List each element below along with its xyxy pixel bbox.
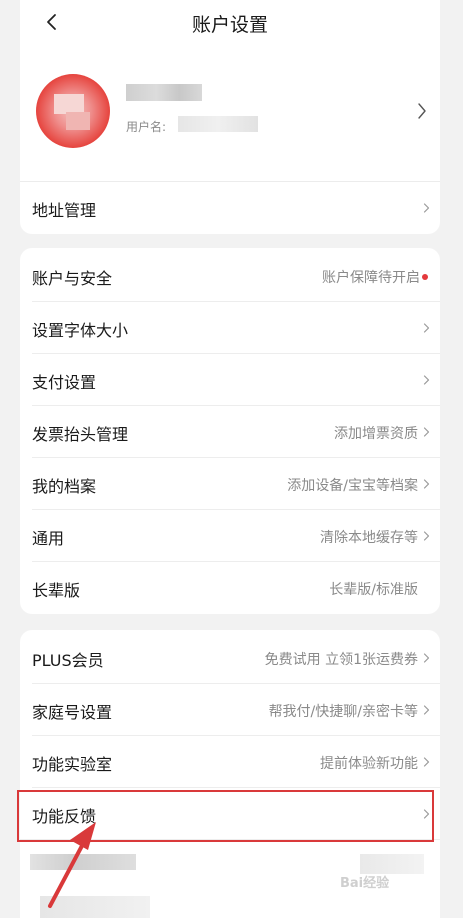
blurred-label: [30, 854, 136, 870]
row-label: PLUS会员: [32, 651, 104, 670]
row-label: 设置字体大小: [32, 321, 129, 340]
row-label: 长辈版: [32, 581, 81, 600]
blurred-value: [360, 854, 424, 874]
row-payment-settings[interactable]: 支付设置: [20, 354, 440, 406]
chevron-right-icon: [423, 757, 430, 767]
account-settings-page: 账户设置 用户名: 地址管理 账户与安全 账户保障待开启 设置字体大小 支付设置…: [0, 0, 463, 918]
chevron-right-icon: [423, 203, 430, 213]
row-value: 添加设备/宝宝等档案: [287, 478, 418, 494]
row-account-security[interactable]: 账户与安全 账户保障待开启: [20, 250, 440, 302]
row-value: 账户保障待开启: [322, 267, 428, 287]
nickname-blurred: [126, 84, 202, 101]
row-invoice-header[interactable]: 发票抬头管理 添加增票资质: [20, 406, 440, 458]
row-label: 账户与安全: [32, 269, 113, 288]
row-my-profile[interactable]: 我的档案 添加设备/宝宝等档案: [20, 458, 440, 510]
avatar[interactable]: [36, 74, 110, 148]
row-plus-member[interactable]: PLUS会员 免费试用 立领1张运费券: [20, 632, 440, 684]
row-font-size[interactable]: 设置字体大小: [20, 302, 440, 354]
blurred-label: [40, 896, 150, 918]
nav-bar: 账户设置: [20, 0, 440, 50]
row-value: 免费试用 立领1张运费券: [264, 652, 418, 668]
row-value: 提前体验新功能: [320, 756, 418, 772]
chevron-right-icon: [423, 705, 430, 715]
row-elder-mode[interactable]: 长辈版 长辈版/标准版: [20, 562, 440, 614]
highlight-box: [17, 790, 434, 842]
chevron-right-icon: [423, 427, 430, 437]
chevron-right-icon: [423, 653, 430, 663]
chevron-right-icon: [423, 479, 430, 489]
page-title: 账户设置: [191, 14, 268, 36]
chevron-right-icon: [423, 323, 430, 333]
watermark: Bai经验: [340, 876, 390, 891]
settings-group-main: 账户与安全 账户保障待开启 设置字体大小 支付设置 发票抬头管理 添加增票资质 …: [20, 248, 440, 614]
profile-row[interactable]: 用户名:: [20, 60, 440, 170]
row-value: 长辈版/标准版: [329, 582, 418, 598]
row-label: 地址管理: [32, 201, 97, 220]
row-address-management[interactable]: 地址管理: [20, 182, 440, 234]
chevron-right-icon: [423, 375, 430, 385]
row-feature-lab[interactable]: 功能实验室 提前体验新功能: [20, 736, 440, 788]
row-label: 支付设置: [32, 373, 97, 392]
row-general[interactable]: 通用 清除本地缓存等: [20, 510, 440, 562]
row-family-settings[interactable]: 家庭号设置 帮我付/快捷聊/亲密卡等: [20, 684, 440, 736]
row-value: 添加增票资质: [334, 426, 418, 442]
chevron-right-icon: [423, 531, 430, 541]
row-value: 清除本地缓存等: [320, 530, 418, 546]
username-label: 用户名:: [126, 120, 167, 134]
row-label: 家庭号设置: [32, 703, 113, 722]
profile-card: 账户设置 用户名: 地址管理: [20, 0, 440, 234]
row-label: 功能实验室: [32, 755, 113, 774]
row-value: 帮我付/快捷聊/亲密卡等: [268, 704, 418, 720]
username-blurred: [178, 116, 258, 132]
row-label: 我的档案: [32, 477, 97, 496]
red-dot-badge: [422, 274, 428, 280]
row-label: 通用: [32, 529, 65, 548]
row-label: 发票抬头管理: [32, 425, 129, 444]
chevron-right-icon: [418, 103, 426, 119]
